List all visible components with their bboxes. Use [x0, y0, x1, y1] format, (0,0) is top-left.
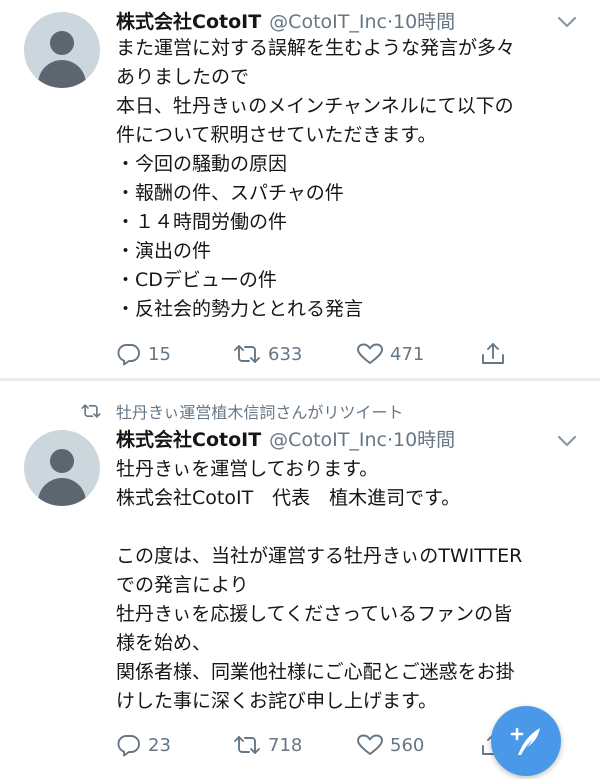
tweet-text-line: [116, 513, 586, 542]
timestamp[interactable]: 10時間: [393, 429, 455, 451]
tweet-text-line: また運営に対する誤解を生むような発言が多々: [116, 37, 516, 59]
like-count: 471: [390, 343, 425, 365]
display-name[interactable]: 株式会社CotoIT: [116, 11, 261, 33]
tweet-text: また運営に対する誤解を生むような発言が多々 ありましたので 本日、牡丹きぃのメイ…: [116, 34, 586, 324]
tweet-text-line: ・１４時間労働の件: [116, 211, 288, 233]
tweet-text-line: 関係者様、同業他社様にご心配とご迷惑をお掛: [116, 661, 515, 683]
tweet-text-line: ・演出の件: [116, 240, 212, 262]
tweet-text-line: ・今回の騒動の原因: [116, 153, 288, 175]
chevron-down-icon[interactable]: [556, 434, 578, 448]
heart-icon: [357, 734, 383, 755]
tweet-text: 牡丹きぃを運営しております。 株式会社CotoIT 代表 植木進司です。 この度…: [116, 455, 586, 716]
tweet-text-line: ・反社会的勢力ととれる発言: [116, 298, 364, 320]
tweet-text-line: 様を始め、: [116, 632, 212, 654]
chevron-down-icon[interactable]: [556, 15, 578, 29]
share-button[interactable]: [480, 339, 506, 369]
reply-button[interactable]: 15: [116, 339, 171, 369]
tweet-header: 株式会社CotoIT @CotoIT_Inc·10時間: [116, 428, 455, 452]
tweet-text-line: ありましたので: [116, 66, 250, 88]
share-icon: [482, 343, 504, 364]
handle[interactable]: @CotoIT_Inc: [269, 11, 387, 33]
tweet-actions: 15 633 471: [116, 339, 576, 369]
tweet-text-line: 株式会社CotoIT 代表 植木進司です。: [116, 487, 461, 509]
retweet-button[interactable]: 633: [232, 339, 302, 369]
compose-tweet-button[interactable]: [491, 706, 561, 776]
retweet-context-label: 牡丹きぃ運営植木信詞さんがリツイート: [116, 403, 404, 422]
tweet-text-line: での発言により: [116, 574, 249, 596]
retweet-count: 718: [268, 734, 303, 756]
tweet-text-line: 本日、牡丹きぃのメインチャンネルにて以下の: [116, 95, 514, 117]
retweet-icon: [234, 345, 260, 363]
handle[interactable]: @CotoIT_Inc: [269, 429, 387, 451]
tweet[interactable]: 株式会社CotoIT @CotoIT_Inc·10時間 また運営に対する誤解を生む…: [0, 0, 600, 378]
default-avatar-icon[interactable]: [24, 430, 100, 506]
retweet-context[interactable]: 牡丹きぃ運営植木信詞さんがリツイート: [80, 399, 403, 423]
like-button[interactable]: 560: [356, 730, 424, 760]
retweet-icon: [81, 404, 101, 418]
like-button[interactable]: 471: [356, 339, 424, 369]
like-count: 560: [390, 734, 425, 756]
tweet-text-line: 牡丹きぃを運営しております。: [116, 458, 379, 480]
compose-tweet-icon: [510, 727, 540, 755]
tweet-text-line: 件について釈明させていただきます。: [116, 124, 437, 146]
heart-icon: [357, 343, 383, 364]
timestamp[interactable]: 10時間: [393, 11, 455, 33]
default-avatar-icon[interactable]: [24, 12, 100, 88]
reply-icon: [117, 735, 140, 757]
reply-count: 23: [148, 734, 171, 756]
tweet-text-line: この度は、当社が運営する牡丹きぃのTWITTER: [116, 545, 523, 567]
display-name[interactable]: 株式会社CotoIT: [116, 429, 261, 451]
reply-icon: [117, 344, 140, 366]
retweet-icon: [234, 736, 260, 754]
tweet-text-line: 牡丹きぃを応援してくださっているファンの皆: [116, 603, 513, 625]
retweet-button[interactable]: 718: [232, 730, 302, 760]
tweet-header: 株式会社CotoIT @CotoIT_Inc·10時間: [116, 10, 455, 34]
reply-button[interactable]: 23: [116, 730, 171, 760]
retweet-count: 633: [268, 343, 303, 365]
tweet-text-line: ・報酬の件、スパチャの件: [116, 182, 344, 204]
reply-count: 15: [148, 343, 171, 365]
tweet-text-line: ・CDデビューの件: [116, 269, 277, 291]
